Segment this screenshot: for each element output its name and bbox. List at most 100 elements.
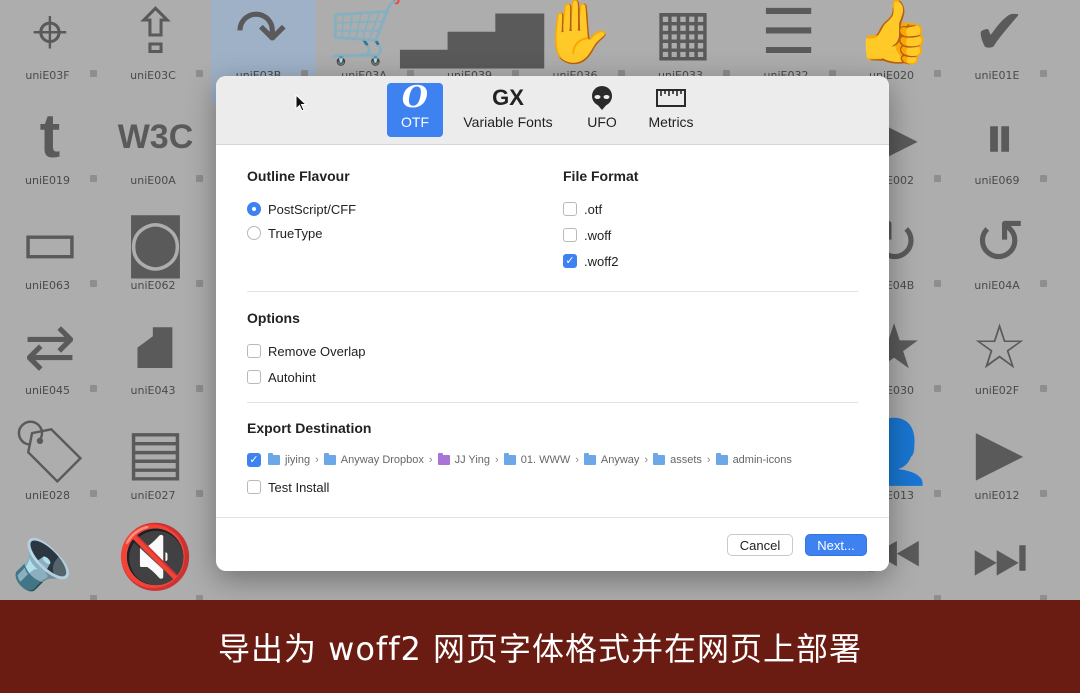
glyph-cell[interactable]: ⛘ uniE043 xyxy=(106,313,211,418)
glyph-label: uniE062 xyxy=(130,279,176,292)
glyph-marker xyxy=(1039,385,1047,392)
glyph-cell[interactable]: ⏭ xyxy=(950,523,1055,600)
glyph-cell[interactable]: ⌖ uniE03F xyxy=(0,0,105,103)
checkbox[interactable] xyxy=(563,228,577,242)
path-crumb-label: JJ Ying xyxy=(454,454,491,466)
path-crumb-jiying[interactable]: jiying xyxy=(268,453,310,466)
tab-ufo[interactable]: UFO xyxy=(582,83,622,137)
glyph-icon: t xyxy=(39,102,61,171)
glyph-cell[interactable]: ↺ uniE04A xyxy=(950,208,1055,313)
glyph-marker xyxy=(90,175,97,182)
glyph-cell[interactable]: ▭ uniE063 xyxy=(0,208,105,313)
purple-folder-icon xyxy=(437,453,450,465)
tab-label: Variable Fonts xyxy=(463,114,553,130)
checkbox[interactable] xyxy=(247,370,261,384)
export-path-breadcrumb[interactable]: ✓ jiying › Anyway Dropbox › JJ Ying › 01… xyxy=(247,451,792,469)
glyph-marker xyxy=(90,385,97,392)
tab-label: UFO xyxy=(587,114,617,130)
glyph-cell[interactable]: ◙ uniE062 xyxy=(106,208,211,313)
tab-otf[interactable]: O OTF xyxy=(387,83,443,137)
glyph-cell[interactable]: ▶ uniE012 xyxy=(950,418,1055,523)
checkbox-remove-overlap[interactable]: Remove Overlap xyxy=(247,342,366,360)
checkbox-label: Remove Overlap xyxy=(268,343,366,359)
export-format-toolbar: O OTF GX Variable Fonts UFO Metrics xyxy=(216,76,889,145)
glyph-marker xyxy=(195,175,203,182)
radio-button-selected[interactable] xyxy=(247,202,261,216)
path-crumb-admin-icons[interactable]: admin-icons xyxy=(715,453,792,466)
glyph-cell[interactable]: ▤ uniE027 xyxy=(106,418,211,523)
glyph-cell[interactable]: ✔ uniE01E xyxy=(950,0,1055,103)
glyph-cell[interactable]: ⇪ uniE03C xyxy=(106,0,211,103)
path-crumb-jj-ying[interactable]: JJ Ying xyxy=(437,453,491,466)
tab-metrics[interactable]: Metrics xyxy=(641,83,701,137)
glyph-cell[interactable]: 🏷 uniE028 xyxy=(0,418,105,523)
glyph-marker xyxy=(934,70,941,77)
export-destination-title: Export Destination xyxy=(247,420,372,436)
tab-label: OTF xyxy=(401,114,429,130)
glyph-cell[interactable]: ⏸ uniE069 xyxy=(950,103,1055,208)
outline-flavour-title: Outline Flavour xyxy=(247,168,350,184)
path-crumb-label: admin-icons xyxy=(732,454,792,466)
cancel-button[interactable]: Cancel xyxy=(727,534,793,556)
glyph-cell[interactable]: W3C uniE00A xyxy=(106,103,211,208)
video-caption-bar: 导出为 woff2 网页字体格式并在网页上部署 xyxy=(0,600,1080,693)
glyph-label: uniE01E xyxy=(974,69,1020,82)
checkbox[interactable] xyxy=(563,202,577,216)
checkbox[interactable] xyxy=(247,344,261,358)
radio-label: PostScript/CFF xyxy=(268,201,357,217)
checkbox-checked[interactable]: ✓ xyxy=(563,254,577,268)
glyph-marker xyxy=(934,385,941,392)
path-crumb-label: Anyway Dropbox xyxy=(340,454,424,466)
path-crumb-assets[interactable]: assets xyxy=(653,453,702,466)
checkbox-woff2[interactable]: ✓ .woff2 xyxy=(563,252,618,270)
glyph-label: uniE03F xyxy=(25,69,70,82)
glyph-icon: ▦ xyxy=(653,0,713,68)
glyph-marker xyxy=(90,70,97,77)
mouse-cursor-icon xyxy=(295,94,307,112)
glyph-label: uniE03C xyxy=(130,69,176,82)
chevron-right-icon: › xyxy=(495,454,499,466)
glyph-cell[interactable]: 🔈 xyxy=(0,523,105,600)
glyph-cell[interactable]: t uniE019 xyxy=(0,103,105,208)
checkbox-test-install[interactable]: Test Install xyxy=(247,478,329,496)
path-crumb-01-www[interactable]: 01. WWW xyxy=(503,453,571,466)
glyph-marker xyxy=(195,490,203,497)
glyph-cell[interactable]: ⇄ uniE045 xyxy=(0,313,105,418)
checkbox[interactable] xyxy=(247,480,261,494)
checkbox-checked[interactable]: ✓ xyxy=(247,453,261,467)
chevron-right-icon: › xyxy=(315,454,319,466)
glyph-marker xyxy=(90,490,97,497)
glyph-cell[interactable]: ☆ uniE02F xyxy=(950,313,1055,418)
path-crumb-label: 01. WWW xyxy=(520,454,571,466)
glyph-cell[interactable]: 🔇 xyxy=(106,523,211,600)
glyph-icon: ▶ xyxy=(975,415,1024,488)
gx-icon: GX xyxy=(492,85,524,110)
glyph-icon: ☰ xyxy=(760,0,817,68)
path-crumb-anyway[interactable]: Anyway xyxy=(583,453,640,466)
options-title: Options xyxy=(247,310,300,326)
path-crumb-anyway-dropbox[interactable]: Anyway Dropbox xyxy=(323,453,424,466)
folder-icon xyxy=(323,453,336,465)
radio-label: TrueType xyxy=(268,225,323,241)
home-folder-icon xyxy=(268,453,280,465)
path-crumb-label: Anyway xyxy=(600,454,640,466)
glyph-icon: ▂▄▆ xyxy=(400,0,544,68)
checkbox-otf[interactable]: .otf xyxy=(563,200,602,218)
radio-button[interactable] xyxy=(247,226,261,240)
glyph-label: uniE02F xyxy=(974,384,1020,397)
checkbox-label: .woff xyxy=(584,227,612,243)
radio-truetype[interactable]: TrueType xyxy=(247,224,322,242)
checkbox-autohint[interactable]: Autohint xyxy=(247,368,316,386)
checkbox-woff[interactable]: .woff xyxy=(563,226,611,244)
glyph-label: uniE027 xyxy=(130,489,176,502)
next-button[interactable]: Next... xyxy=(805,534,867,556)
glyph-icon: ☆ xyxy=(971,310,1028,383)
ruler-icon xyxy=(656,83,686,113)
glyph-icon: ▭ xyxy=(20,205,80,278)
radio-postscript-cff[interactable]: PostScript/CFF xyxy=(247,200,356,218)
glyph-icon: ⌖ xyxy=(32,0,68,68)
glyph-label: uniE028 xyxy=(25,489,70,502)
checkbox-label: Autohint xyxy=(268,369,316,385)
section-divider xyxy=(247,291,858,292)
tab-variable-fonts[interactable]: GX Variable Fonts xyxy=(456,83,560,137)
